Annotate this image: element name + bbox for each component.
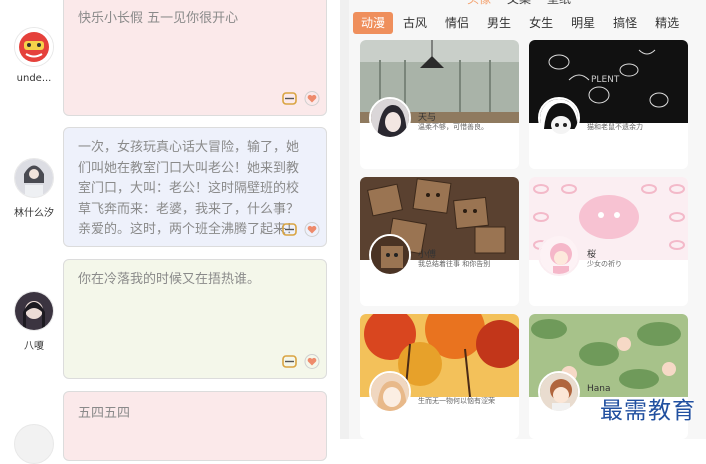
post-card: 你在冷落我的时候又在捂热谁。: [63, 259, 327, 379]
post-author[interactable]: [4, 424, 64, 464]
tab-girls[interactable]: 女生: [521, 12, 561, 34]
avatar[interactable]: [14, 158, 54, 198]
tile-avatar: [369, 97, 411, 139]
avatar-tile[interactable]: PLENT 猫和老鼠不遗余力: [529, 40, 688, 169]
tab-ancient-style[interactable]: 古风: [395, 12, 435, 34]
heart-icon[interactable]: [303, 353, 320, 370]
top-nav: 头像 文案 壁纸: [467, 0, 571, 7]
tile-desc: 温柔不够，可惜善良。: [418, 123, 488, 131]
nav-link-copywriting[interactable]: 文案: [507, 0, 531, 7]
tile-avatar: [538, 234, 580, 276]
post-card: 一次，女孩玩真心话大冒险，输了，她们叫她在教室门口大叫老公！她来到教室门口，大叫…: [63, 127, 327, 247]
comment-icon[interactable]: [281, 221, 298, 238]
heart-icon[interactable]: [303, 90, 320, 107]
post-card: 快乐小长假 五一见你很开心: [63, 0, 327, 116]
post-author[interactable]: unde...: [4, 27, 64, 84]
nav-link-wallpaper[interactable]: 壁纸: [547, 0, 571, 7]
avatar[interactable]: [14, 424, 54, 464]
tab-anime[interactable]: 动漫: [353, 12, 394, 34]
tile-desc: 我总结着往事 和你告别: [418, 260, 491, 268]
tab-featured[interactable]: 精选: [647, 12, 687, 34]
heart-icon[interactable]: [303, 221, 320, 238]
post-feed: unde... 快乐小长假 五一见你很开心 林什么汐 一次，女孩玩真心话大冒险，…: [0, 0, 340, 464]
post-text: 五四五四: [78, 406, 131, 421]
comment-icon[interactable]: [281, 90, 298, 107]
avatar-tile[interactable]: 小傅 我总结着往事 和你告别: [360, 177, 519, 306]
tile-avatar: [369, 371, 411, 413]
svg-text:PLENT: PLENT: [591, 75, 620, 85]
post-text: 你在冷落我的时候又在捂热谁。: [78, 272, 261, 287]
tile-desc: 猫和老鼠不遗余力: [587, 123, 643, 131]
tab-celebrity[interactable]: 明星: [563, 12, 603, 34]
post-author[interactable]: 林什么汐: [4, 158, 64, 219]
comment-icon[interactable]: [281, 353, 298, 370]
watermark-logo: 最需教育: [600, 398, 696, 424]
avatar-tile[interactable]: 桜 少女の祈り: [529, 177, 688, 306]
avatar-tile[interactable]: 天与 温柔不够，可惜善良。: [360, 40, 519, 169]
tab-couple[interactable]: 情侣: [437, 12, 477, 34]
username: 林什么汐: [14, 208, 54, 219]
avatar[interactable]: [14, 291, 54, 331]
post-author[interactable]: 八嗄: [4, 291, 64, 352]
tile-avatar: [538, 97, 580, 139]
avatar-gallery-panel: 头像 文案 壁纸 动漫 古风 情侣 男生 女生 明星 搞怪 精选 天与 温柔不够…: [349, 0, 706, 439]
tile-desc: 少女の祈り: [587, 260, 622, 268]
panel-divider: [340, 0, 349, 439]
tile-avatar: [369, 234, 411, 276]
username: 八嗄: [24, 341, 44, 352]
tab-funny[interactable]: 搞怪: [605, 12, 645, 34]
tile-avatar: [538, 371, 580, 413]
tile-desc: 生而无一物何以恼有涩荣: [418, 397, 495, 405]
nav-link-avatar[interactable]: 头像: [467, 0, 491, 7]
post-text: 快乐小长假 五一见你很开心: [78, 11, 239, 26]
avatar[interactable]: [14, 27, 54, 67]
category-tabs: 动漫 古风 情侣 男生 女生 明星 搞怪 精选: [353, 12, 687, 34]
post-card: 五四五四: [63, 391, 327, 461]
username: unde...: [16, 73, 52, 84]
tab-boys[interactable]: 男生: [479, 12, 519, 34]
avatar-tile[interactable]: 生而无一物何以恼有涩荣: [360, 314, 519, 439]
